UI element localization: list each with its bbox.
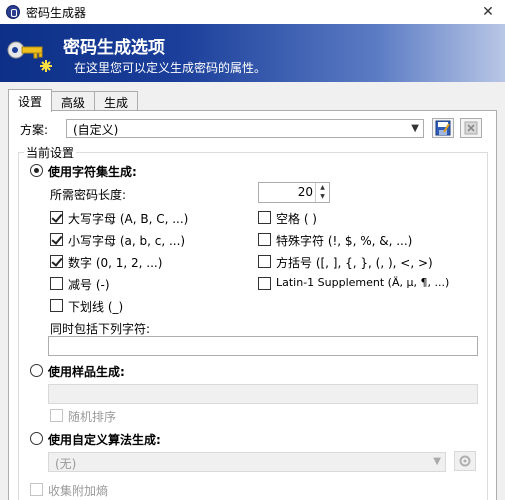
scheme-label: 方案: <box>20 123 49 137</box>
chevron-down-icon: ▼ <box>433 456 441 467</box>
spin-buttons: ▲ ▼ <box>315 183 329 202</box>
delete-scheme-button[interactable] <box>460 118 482 138</box>
underscore-checkbox[interactable] <box>50 299 63 312</box>
charset-radio-label: 使用字符集生成: <box>48 165 137 179</box>
banner-title: 密码生成选项 <box>63 38 165 58</box>
spin-up-icon[interactable]: ▲ <box>316 183 329 192</box>
length-stepper[interactable]: 20 ▲ ▼ <box>258 182 330 203</box>
lowercase-checkbox[interactable] <box>50 233 63 246</box>
save-disk-icon <box>435 120 451 136</box>
brackets-checkbox[interactable] <box>258 255 271 268</box>
delete-x-icon <box>464 121 478 135</box>
chevron-down-icon: ▼ <box>411 123 419 134</box>
banner-subtitle: 在这里您可以定义生成密码的属性。 <box>74 61 267 75</box>
minus-checkbox[interactable] <box>50 277 63 290</box>
charset-radio[interactable] <box>30 164 43 177</box>
pattern-radio-label: 使用样品生成: <box>48 365 125 379</box>
spin-down-icon[interactable]: ▼ <box>316 192 329 201</box>
scheme-value: (自定义) <box>73 123 119 137</box>
keepass-lock-icon <box>6 5 20 19</box>
key-sparkle-icon <box>7 41 52 72</box>
tab-settings[interactable]: 设置 <box>8 89 53 112</box>
tab-strip: 设置 高级 生成 <box>8 89 139 112</box>
pattern-input[interactable] <box>48 384 478 404</box>
uppercase-label: 大写字母 (A, B, C, ...) <box>68 212 189 226</box>
length-value: 20 <box>297 185 313 199</box>
random-order-label: 随机排序 <box>68 410 117 424</box>
include-chars-input[interactable] <box>48 336 478 356</box>
digits-label: 数字 (0, 1, 2, ...) <box>68 256 163 270</box>
lowercase-label: 小写字母 (a, b, c, ...) <box>68 234 186 248</box>
scheme-dropdown[interactable]: (自定义) ▼ <box>66 119 424 138</box>
collect-entropy-checkbox[interactable] <box>30 483 43 496</box>
current-settings-title: 当前设置 <box>24 144 77 161</box>
custom-algo-label: 使用自定义算法生成: <box>48 433 161 447</box>
custom-algo-dropdown[interactable]: (无) ▼ <box>48 452 446 472</box>
uppercase-checkbox[interactable] <box>50 211 63 224</box>
pattern-radio[interactable] <box>30 364 43 377</box>
include-chars-label: 同时包括下列字符: <box>50 322 151 336</box>
latin1-label: Latin-1 Supplement (Ä, µ, ¶, ...) <box>276 276 450 289</box>
title-bar: 密码生成器 ✕ <box>0 0 505 24</box>
special-label: 特殊字符 (!, $, %, &, ...) <box>276 234 413 248</box>
custom-algo-value: (无) <box>55 457 77 471</box>
digits-checkbox[interactable] <box>50 255 63 268</box>
tab-generate[interactable]: 生成 <box>94 91 139 112</box>
banner: 密码生成选项 在这里您可以定义生成密码的属性。 <box>0 24 505 82</box>
length-label: 所需密码长度: <box>50 188 127 202</box>
special-checkbox[interactable] <box>258 233 271 246</box>
close-button[interactable]: ✕ <box>471 0 505 24</box>
brackets-label: 方括号 ([, ], {, }, (, ), <, >) <box>276 256 433 270</box>
tab-advanced[interactable]: 高级 <box>51 91 96 112</box>
custom-algo-radio[interactable] <box>30 432 43 445</box>
algo-options-button[interactable] <box>454 451 476 471</box>
gear-icon <box>459 455 471 467</box>
random-order-checkbox[interactable] <box>50 409 63 422</box>
minus-label: 减号 (-) <box>68 278 110 292</box>
save-scheme-button[interactable] <box>432 118 454 138</box>
space-checkbox[interactable] <box>258 211 271 224</box>
space-label: 空格 ( ) <box>276 212 317 226</box>
underscore-label: 下划线 (_) <box>68 300 124 314</box>
window-title: 密码生成器 <box>26 5 87 20</box>
latin1-checkbox[interactable] <box>258 277 271 290</box>
collect-entropy-label: 收集附加熵 <box>48 484 109 498</box>
